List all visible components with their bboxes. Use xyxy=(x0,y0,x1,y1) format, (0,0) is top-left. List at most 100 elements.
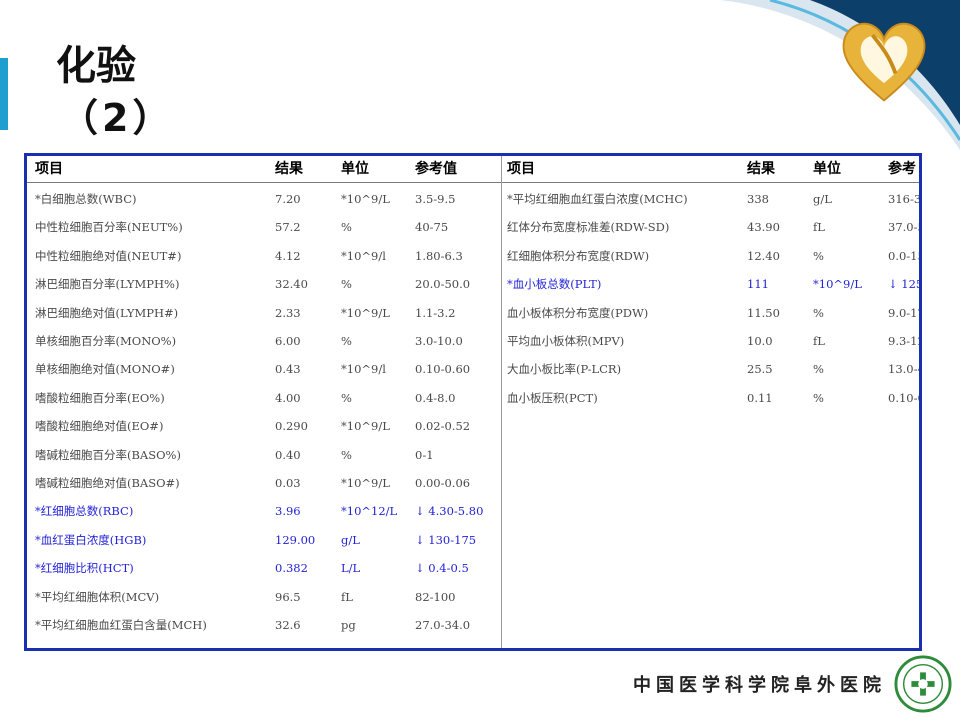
column-header-item-name: 项目 xyxy=(507,160,535,176)
cell-unit: g/L xyxy=(341,532,360,547)
cell-result-value: 0.03 xyxy=(275,476,301,490)
cell-reference-range: ↓ 130-175 xyxy=(415,532,477,547)
cell-unit: % xyxy=(341,390,352,405)
cell-item-name: 淋巴细胞百分率(LYMPH%) xyxy=(35,277,180,292)
cell-reference-range: 3.5-9.5 xyxy=(415,192,456,206)
column-header-reference-range: 参考值 xyxy=(415,160,457,176)
cell-result-value: 4.00 xyxy=(275,390,301,405)
table-header-row: 项目 结果 单位 参考 xyxy=(502,158,919,178)
cell-unit: *10^9/l xyxy=(341,248,386,263)
table-row: 嗜酸粒细胞绝对值(EO#) 0.290 *10^9/L 0.02-0.52 xyxy=(27,416,501,436)
table-row: 中性粒细胞百分率(NEUT%) 57.2% 40-75 xyxy=(27,217,501,237)
cell-reference-range: 9.0-17 xyxy=(888,305,919,320)
page-subtitle: （2） xyxy=(60,96,175,140)
cell-unit: fL xyxy=(341,589,353,604)
table-row: 平均血小板体积(MPV) 10.0 fL 9.3-12 xyxy=(502,331,919,351)
cell-result-value: 43.90 xyxy=(747,220,780,235)
cell-result-value: 12.40 xyxy=(747,248,780,263)
cell-reference-range: 1.1-3.2 xyxy=(415,305,456,320)
cell-reference-range: 0.4-8.0 xyxy=(415,390,456,405)
table-row: *红细胞比积(HCT) 0.382 L/L ↓ 0.4-0.5 xyxy=(27,558,501,578)
column-header-result-value: 结果 xyxy=(275,160,303,176)
heart-logo-icon xyxy=(842,22,926,102)
page-title: 化验 xyxy=(56,43,136,89)
cell-reference-range: 0.10-0.60 xyxy=(415,362,471,377)
cell-item-name: *平均红细胞血红蛋白含量(MCH) xyxy=(35,618,207,632)
cell-unit: % xyxy=(813,362,824,377)
cell-reference-range: 27.0-34.0 xyxy=(415,618,471,632)
table-row: 红体分布宽度标准差(RDW-SD) 43.90 fL 37.0-5 xyxy=(502,217,919,237)
hospital-name: 中国医学科学院阜外医院 xyxy=(633,675,886,696)
table-row: 红细胞体积分布宽度(RDW) 12.40% 0.0-15 xyxy=(502,246,919,266)
cell-result-value: 32.6 xyxy=(275,618,301,632)
cell-reference-range: 9.3-12 xyxy=(888,334,919,348)
left-accent-bar xyxy=(0,58,8,130)
cell-unit: % xyxy=(813,390,824,405)
table-row: *白细胞总数(WBC) 7.20 *10^9/L 3.5-9.5 xyxy=(27,189,501,209)
cell-unit: *10^9/L xyxy=(341,419,390,434)
left-results-panel: 项目 结果 单位 参考值 *白细胞总数(WBC) 7.20 *10^9/L 3.5-9.5 中性… xyxy=(27,156,502,648)
right-results-panel: 项目 结果 单位 参考 *平均红细胞血红蛋白浓度(MCHC) 338 g/L 316-3 红体分… xyxy=(502,156,920,648)
cell-item-name: 单核细胞绝对值(MONO#) xyxy=(35,362,175,377)
cell-reference-range: 0-1 xyxy=(415,447,434,462)
cell-reference-range: ↓ 4.30-5.80 xyxy=(415,504,484,519)
cell-unit: L/L xyxy=(341,561,361,576)
table-row: 中性粒细胞绝对值(NEUT#) 4.12 *10^9/l 1.80-6.3 xyxy=(27,246,501,266)
cell-unit: % xyxy=(341,447,352,462)
cell-unit: % xyxy=(341,334,352,348)
cell-result-value: 4.12 xyxy=(275,248,301,263)
table-row: 单核细胞绝对值(MONO#) 0.43 *10^9/l 0.10-0.60 xyxy=(27,359,501,379)
column-header-reference-range: 参考 xyxy=(888,160,916,176)
cell-unit: fL xyxy=(813,220,825,235)
table-row: 大血小板比率(P-LCR) 25.5% 13.0-4 xyxy=(502,359,919,379)
table-row: 淋巴细胞百分率(LYMPH%) 32.40% 20.0-50.0 xyxy=(27,274,501,294)
header-divider xyxy=(502,182,919,183)
table-row: 嗜碱粒细胞绝对值(BASO#) 0.03 *10^9/L 0.00-0.06 xyxy=(27,473,501,493)
cell-result-value: 10.0 xyxy=(747,334,773,348)
cell-result-value: 111 xyxy=(747,277,769,292)
table-row: *血小板总数(PLT) 111 *10^9/L ↓ 125-3 xyxy=(502,274,919,294)
cell-reference-range: 13.0-4 xyxy=(888,362,919,377)
cell-result-value: 129.00 xyxy=(275,532,316,547)
cell-reference-range: 316-3 xyxy=(888,192,920,206)
cell-reference-range: 1.80-6.3 xyxy=(415,248,463,263)
cell-item-name: 淋巴细胞绝对值(LYMPH#) xyxy=(35,305,179,320)
cell-item-name: 中性粒细胞百分率(NEUT%) xyxy=(35,220,183,235)
cell-item-name: *血小板总数(PLT) xyxy=(507,277,602,292)
cell-reference-range: 0.00-0.06 xyxy=(415,476,471,490)
cell-item-name: *红细胞总数(RBC) xyxy=(35,504,134,519)
cell-unit: *10^9/L xyxy=(813,277,862,292)
cell-reference-range: 0.02-0.52 xyxy=(415,419,471,434)
cell-result-value: 0.290 xyxy=(275,419,308,434)
cell-result-value: 57.2 xyxy=(275,220,301,235)
table-row: 血小板体积分布宽度(PDW) 11.50% 9.0-17 xyxy=(502,303,919,323)
cell-unit: fL xyxy=(813,334,825,348)
table-row: 单核细胞百分率(MONO%) 6.00% 3.0-10.0 xyxy=(27,331,501,351)
cell-reference-range: 3.0-10.0 xyxy=(415,334,463,348)
table-row: 嗜酸粒细胞百分率(EO%) 4.00% 0.4-8.0 xyxy=(27,388,501,408)
cell-item-name: 血小板体积分布宽度(PDW) xyxy=(507,305,649,320)
cell-unit: *10^12/L xyxy=(341,504,398,519)
cell-item-name: 大血小板比率(P-LCR) xyxy=(507,362,622,377)
cell-item-name: *平均红细胞体积(MCV) xyxy=(35,589,160,604)
cell-item-name: 平均血小板体积(MPV) xyxy=(507,334,625,348)
cell-unit: pg xyxy=(341,618,356,632)
cell-reference-range: ↓ 0.4-0.5 xyxy=(415,561,469,576)
lab-report-frame: 项目 结果 单位 参考值 *白细胞总数(WBC) 7.20 *10^9/L 3.5-9.5 中性… xyxy=(24,153,922,651)
cell-item-name: 红细胞体积分布宽度(RDW) xyxy=(507,248,650,263)
cell-unit: % xyxy=(813,248,824,263)
cell-unit: *10^9/L xyxy=(341,192,390,206)
cell-reference-range: 0.10-0 xyxy=(888,390,919,405)
cell-result-value: 0.43 xyxy=(275,362,301,377)
cell-item-name: 中性粒细胞绝对值(NEUT#) xyxy=(35,248,182,263)
cell-unit: % xyxy=(813,305,824,320)
cell-item-name: 嗜酸粒细胞百分率(EO%) xyxy=(35,390,165,405)
cell-reference-range: 82-100 xyxy=(415,589,456,604)
column-header-item-name: 项目 xyxy=(35,160,63,176)
cell-result-value: 0.40 xyxy=(275,447,301,462)
column-header-unit: 单位 xyxy=(813,160,841,176)
cell-item-name: 红体分布宽度标准差(RDW-SD) xyxy=(507,220,670,235)
cell-result-value: 338 xyxy=(747,192,769,206)
table-row: *平均红细胞体积(MCV) 96.5 fL 82-100 xyxy=(27,587,501,607)
column-header-unit: 单位 xyxy=(341,160,369,176)
